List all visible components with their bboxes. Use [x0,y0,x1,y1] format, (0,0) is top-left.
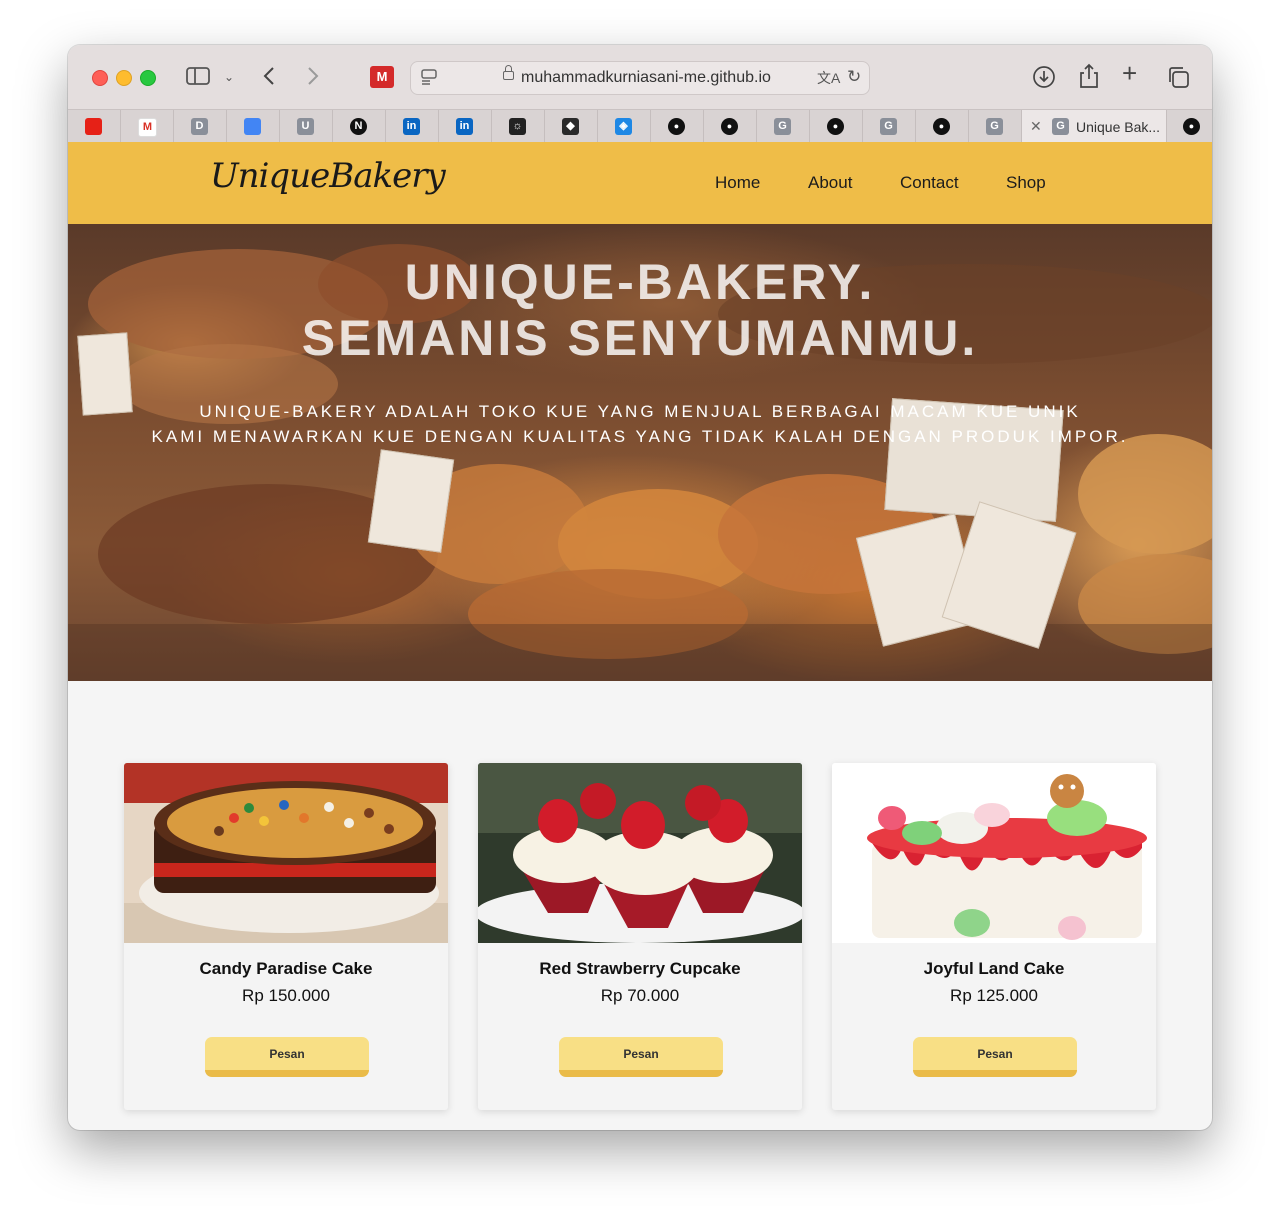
browser-tab[interactable]: ● [1166,110,1212,143]
reload-icon[interactable]: ↻ [847,67,861,87]
mendeley-extension-icon[interactable]: M [370,66,394,88]
github-icon: ● [933,118,950,135]
new-tab-icon[interactable]: + [1122,60,1137,86]
address-bar[interactable]: muhammadkurniasani-me.github.io 文A ↻ [410,61,870,95]
forward-arrow-icon[interactable] [306,65,320,91]
browser-tab[interactable]: in [386,110,439,143]
browser-tab[interactable]: D [174,110,227,143]
d-icon: D [191,118,208,135]
docs-icon [244,118,261,135]
share-icon[interactable] [1078,63,1100,93]
product-name: Red Strawberry Cupcake [539,959,741,978]
product-name: Candy Paradise Cake [199,959,373,978]
u-icon: U [297,118,314,135]
product-card: Red Strawberry Cupcake Rp 70.000 Pesan [478,763,802,1110]
product-price: Rp 125.000 [950,986,1038,1005]
g-icon: G [986,118,1003,135]
download-icon[interactable] [1032,65,1056,93]
nav-home-link[interactable]: Home [715,173,760,193]
browser-tab[interactable]: G [757,110,810,143]
diamond-icon: ◆ [562,118,579,135]
browser-tab[interactable]: U [280,110,333,143]
product-card: Joyful Land Cake Rp 125.000 Pesan [832,763,1156,1110]
joyful-cake-image [832,763,1156,943]
page-menu-icon[interactable] [421,68,437,90]
browser-tab[interactable]: N [333,110,386,143]
strawberry-cupcake-image [478,763,802,943]
active-tab-title: Unique Bak... [1076,119,1161,135]
tab-overview-icon[interactable] [1166,65,1190,93]
sun-icon: ☼ [509,118,526,135]
browser-window: ⌄ M muhammadkurniasani-me.github.io 文A ↻… [68,45,1212,1130]
order-button[interactable]: Pesan [205,1037,369,1077]
github-icon: ● [668,118,685,135]
github-icon: ● [827,118,844,135]
browser-tab[interactable]: ● [651,110,704,143]
browser-toolbar: ⌄ M muhammadkurniasani-me.github.io 文A ↻… [68,45,1212,109]
hero-description: UNIQUE-BAKERY ADALAH TOKO KUE YANG MENJU… [151,402,1129,446]
nav-shop-link[interactable]: Shop [1006,173,1046,193]
browser-tab[interactable]: ● [810,110,863,143]
product-price: Rp 150.000 [242,986,330,1005]
browser-tab[interactable] [68,110,121,143]
hero-title: UNIQUE-BAKERY. SEMANIS SENYUMANMU. [301,254,979,366]
youtube-icon [85,118,102,135]
browser-tab[interactable]: ● [704,110,757,143]
browser-tab[interactable]: G [969,110,1022,143]
sidebar-toggle-icon[interactable] [186,66,210,90]
site-logo[interactable]: UniqueBakery [210,156,446,196]
browser-tab[interactable]: ◆ [545,110,598,143]
browser-tab[interactable] [227,110,280,143]
g-icon: G [774,118,791,135]
github-icon: ● [721,118,738,135]
active-browser-tab[interactable]: ✕ G Unique Bak... [1022,110,1167,143]
linkedin-icon: in [456,118,473,135]
tab-bar: M D U Nin in ☼ ◆ ◈ ● ● G ● G ● G ✕ G Unique Bak... ● [68,109,1212,143]
browser-tab[interactable]: ☼ [492,110,545,143]
product-name: Joyful Land Cake [923,959,1065,978]
order-button[interactable]: Pesan [559,1037,723,1077]
nav-contact-link[interactable]: Contact [900,173,959,193]
product-card: Candy Paradise Cake Rp 150.000 Pesan [124,763,448,1110]
maximize-window-button[interactable] [140,70,156,86]
github-icon: ● [1183,118,1200,135]
browser-tab[interactable]: G [863,110,916,143]
close-tab-icon[interactable]: ✕ [1030,118,1042,135]
site-header: UniqueBakery Home About Contact Shop [68,142,1212,224]
lock-icon [503,65,514,80]
product-price: Rp 70.000 [600,986,680,1005]
back-arrow-icon[interactable] [262,65,276,91]
price-sign [367,449,455,553]
order-button[interactable]: Pesan [913,1037,1077,1077]
gmail-icon: M [138,118,157,137]
linkedin-icon: in [403,118,420,135]
minimize-window-button[interactable] [116,70,132,86]
chevron-down-icon[interactable]: ⌄ [224,67,234,87]
browser-tab[interactable]: ◈ [598,110,651,143]
browser-tab[interactable]: ● [916,110,969,143]
candy-cake-image [124,763,448,943]
nav-about-link[interactable]: About [808,173,852,193]
translate-icon[interactable]: 文A [817,68,840,88]
browser-tab[interactable]: M [121,110,174,143]
n-icon: N [350,118,367,135]
hero-banner: UNIQUE-BAKERY. SEMANIS SENYUMANMU. UNIQU… [68,224,1212,681]
g-icon: G [880,118,897,135]
box-icon: ◈ [615,118,632,135]
g-icon: G [1052,118,1069,135]
browser-tab[interactable]: in [439,110,492,143]
url-text: muhammadkurniasani-me.github.io [521,69,771,86]
close-window-button[interactable] [92,70,108,86]
